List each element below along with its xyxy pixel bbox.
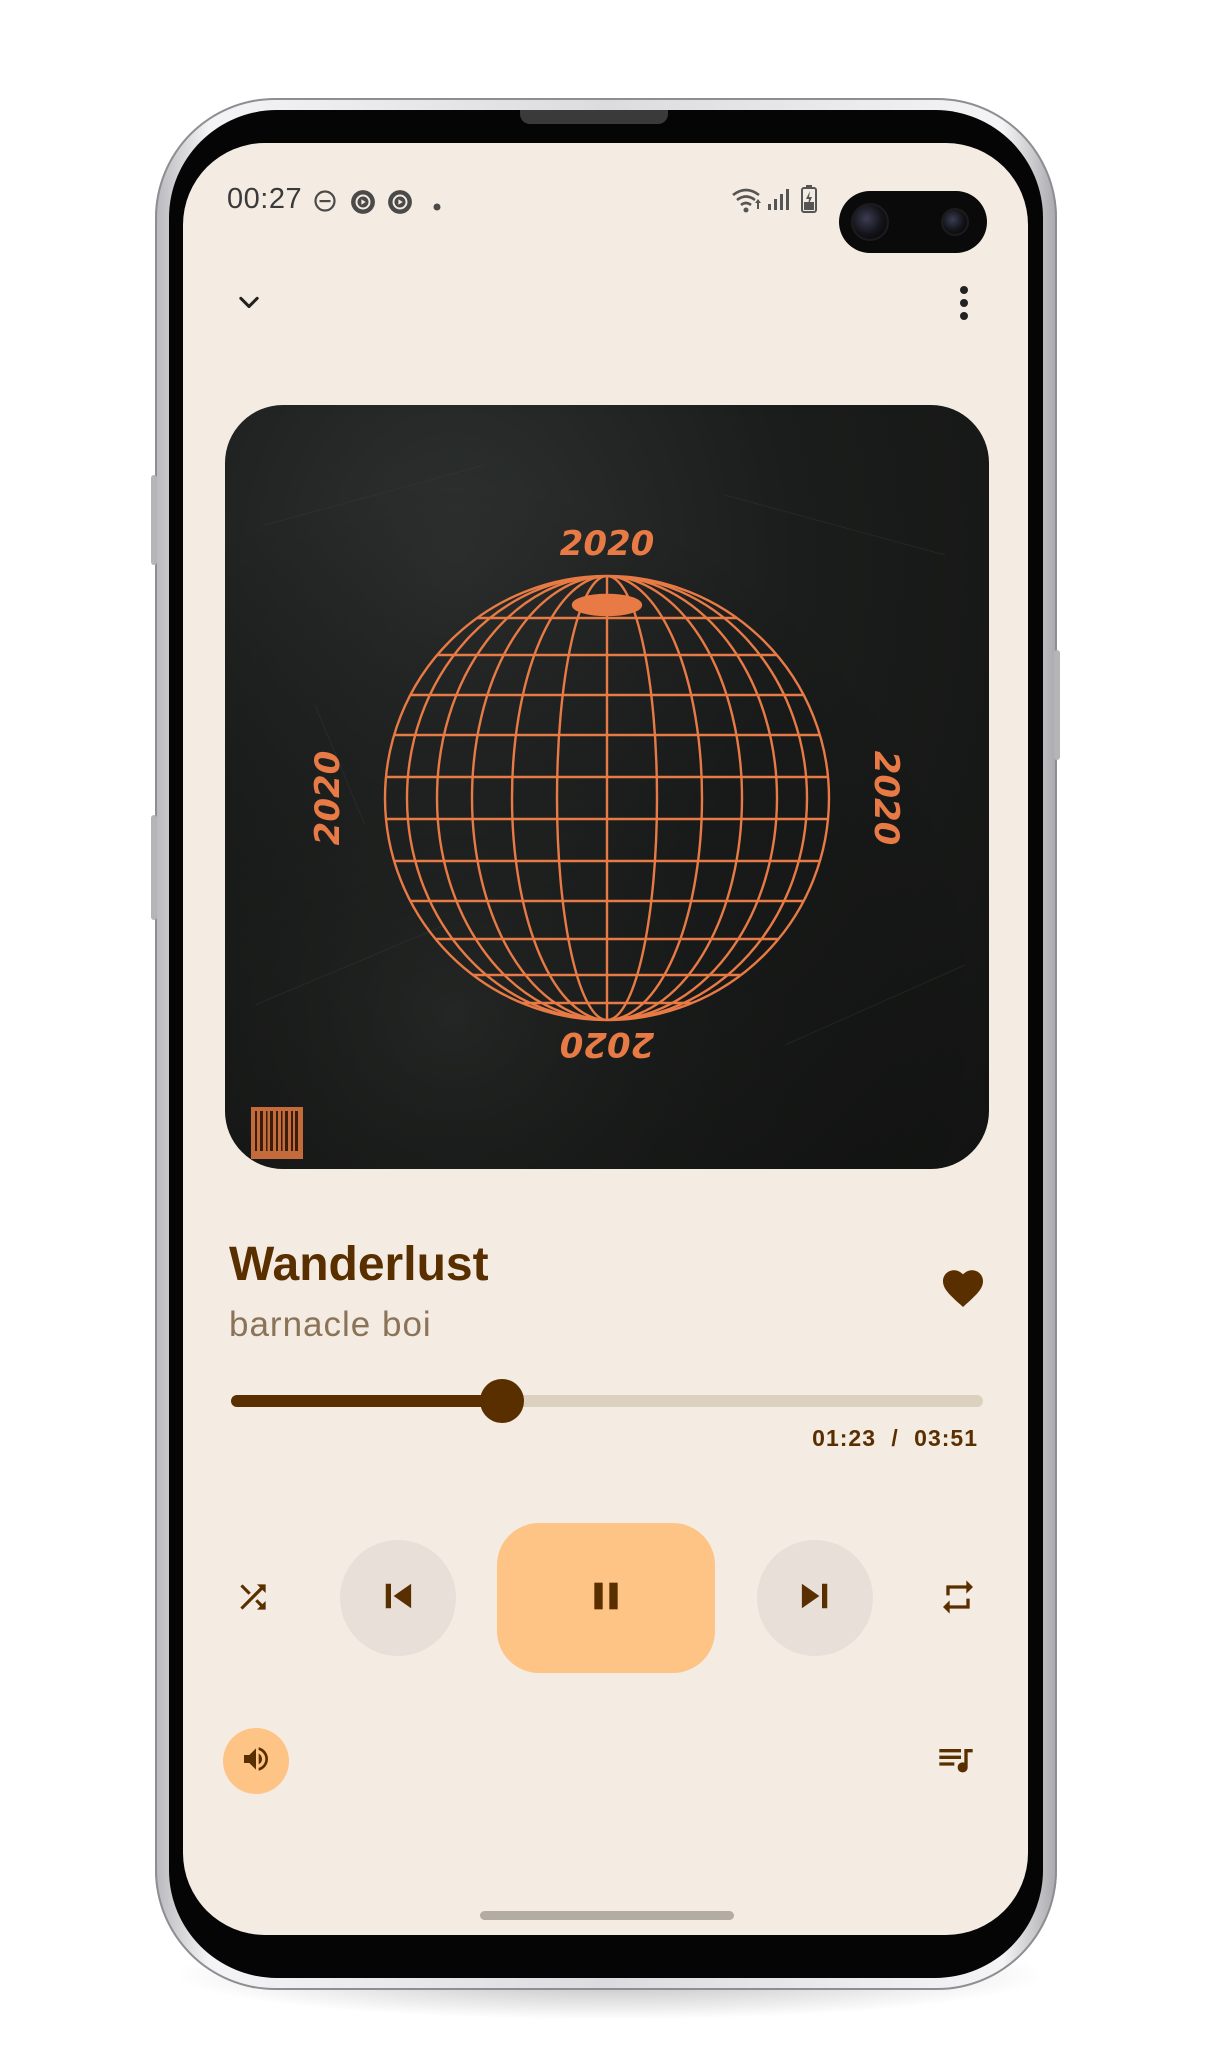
album-artwork[interactable]: 2020 2020 2020 2020 xyxy=(225,405,989,1169)
repeat-icon xyxy=(938,1577,978,1622)
media-play-icon-2 xyxy=(387,189,413,220)
more-options-button[interactable] xyxy=(932,273,996,337)
time-display: 01:23 / 03:51 xyxy=(812,1425,978,1452)
queue-button[interactable] xyxy=(921,1728,991,1794)
shuffle-button[interactable] xyxy=(213,1559,293,1639)
skip-previous-icon xyxy=(377,1575,419,1622)
player-screen: 00:27 2020 2020 2020 2020 Wanderlust bar… xyxy=(183,143,1028,1935)
more-vert-icon xyxy=(959,285,969,326)
side-button-left-bottom xyxy=(151,815,157,920)
next-button[interactable] xyxy=(757,1540,873,1656)
home-indicator[interactable] xyxy=(480,1911,734,1920)
skip-next-icon xyxy=(794,1575,836,1622)
camera-lens-secondary xyxy=(941,208,969,236)
track-title: Wanderlust xyxy=(229,1238,489,1291)
time-separator: / xyxy=(891,1425,899,1451)
dnd-icon xyxy=(313,189,337,218)
seek-bar[interactable] xyxy=(231,1379,983,1423)
media-play-icon xyxy=(350,189,376,220)
wifi-icon xyxy=(731,185,765,220)
track-artist[interactable]: barnacle boi xyxy=(229,1305,432,1345)
camera-lens-main xyxy=(851,203,889,241)
earpiece-speaker xyxy=(520,110,668,124)
side-button-left-top xyxy=(151,475,157,565)
battery-charging-icon xyxy=(801,185,817,218)
signal-icon xyxy=(767,187,791,216)
volume-button[interactable] xyxy=(223,1728,289,1794)
artwork-text-right: 2020 xyxy=(866,751,906,846)
play-pause-button[interactable] xyxy=(497,1523,715,1673)
current-time: 01:23 xyxy=(812,1425,876,1451)
artwork-text-top: 2020 xyxy=(560,524,655,564)
album-artwork-graphic: 2020 2020 2020 2020 xyxy=(225,405,989,1169)
status-time: 00:27 xyxy=(227,183,303,215)
pause-icon xyxy=(586,1576,626,1621)
total-time: 03:51 xyxy=(914,1425,978,1451)
status-bar: 00:27 xyxy=(183,171,1028,253)
queue-music-icon xyxy=(936,1739,976,1784)
previous-button[interactable] xyxy=(340,1540,456,1656)
front-camera-cutout xyxy=(839,191,987,253)
favorite-button[interactable] xyxy=(939,1265,987,1314)
notification-dot-icon xyxy=(433,198,441,216)
collapse-button[interactable] xyxy=(217,273,281,337)
shuffle-icon xyxy=(234,1578,272,1621)
seek-bar-thumb[interactable] xyxy=(480,1379,524,1423)
artwork-text-left: 2020 xyxy=(308,751,348,846)
side-button-right xyxy=(1054,650,1060,760)
heart-icon xyxy=(939,1270,987,1313)
artwork-barcode xyxy=(251,1107,303,1159)
chevron-down-icon xyxy=(235,289,263,322)
repeat-button[interactable] xyxy=(918,1559,998,1639)
volume-icon xyxy=(240,1743,272,1780)
seek-bar-progress xyxy=(231,1395,502,1407)
artwork-text-bottom: 2020 xyxy=(560,1024,655,1064)
